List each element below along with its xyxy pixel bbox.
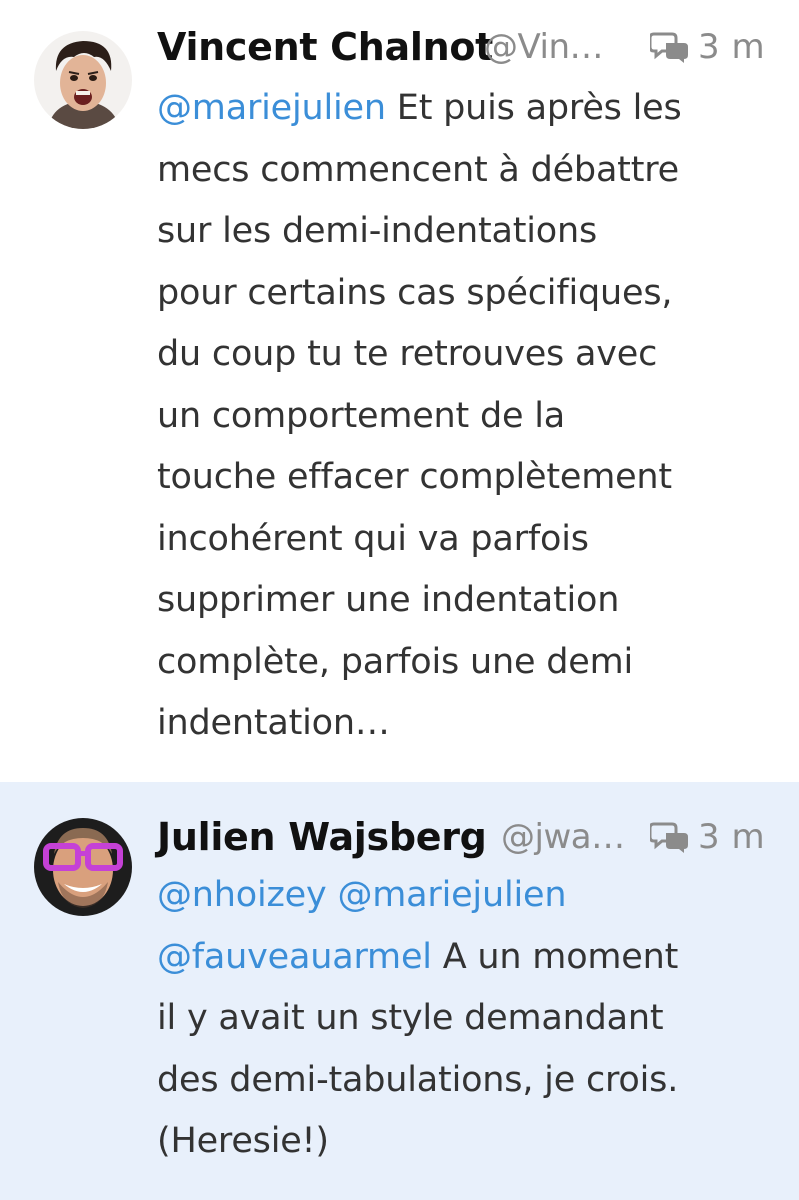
conversation-icon[interactable] — [648, 31, 690, 63]
mention-link[interactable]: @mariejulien — [157, 88, 386, 128]
text-fragment: Et puis après les — [385, 88, 682, 128]
text-line: @fauveauarmel A un moment — [157, 927, 787, 989]
text-line: indentation… — [157, 703, 390, 743]
tweet-header: Vincent Chalnot @Vin… 3 m — [157, 22, 767, 72]
text-line: pour certains cas spécifiques, — [157, 272, 673, 313]
tweet-item[interactable]: Vincent Chalnot @Vin… 3 m @mariejulien E… — [0, 0, 799, 782]
text-line: incohérent qui va parfois — [157, 518, 589, 559]
conversation-icon[interactable] — [648, 821, 690, 853]
tweet-text: @nhoizey @mariejulien @fauveauarmel A un… — [157, 865, 787, 1173]
text-line: un comportement de la — [157, 395, 566, 436]
user-handle[interactable]: @jwa… — [501, 812, 625, 862]
timestamp: 3 m — [698, 27, 766, 67]
display-name[interactable]: Vincent Chalnot — [157, 22, 493, 72]
mention-link[interactable]: @fauveauarmel — [157, 937, 432, 977]
text-line: touche effacer complètement — [157, 457, 672, 497]
text-line: mecs commencent à débattre — [157, 149, 679, 190]
avatar-photo-vincent — [34, 31, 132, 129]
text-line: il y avait un style demandant — [157, 998, 664, 1038]
text-fragment: A un moment — [431, 936, 679, 977]
text-line: du coup tu te retrouves avec — [157, 334, 658, 374]
text-line: complète, parfois une demi — [157, 641, 633, 682]
timestamp: 3 m — [698, 817, 766, 857]
tweet-timeline: Vincent Chalnot @Vin… 3 m @mariejulien E… — [0, 0, 799, 1200]
tweet-text: @mariejulien Et puis après les mecs comm… — [157, 78, 787, 755]
tweet-header: Julien Wajsberg @jwa… 3 m — [157, 812, 767, 862]
text-line: sur les demi-indentations — [157, 211, 598, 251]
display-name[interactable]: Julien Wajsberg — [157, 812, 487, 862]
avatar[interactable] — [34, 818, 132, 916]
text-line: des demi-tabulations, je crois. — [157, 1059, 679, 1100]
text-line: (Heresie!) — [157, 1121, 329, 1161]
mention-links[interactable]: @nhoizey @mariejulien — [157, 865, 787, 927]
text-line: supprimer une indentation — [157, 580, 620, 620]
avatar-photo-julien — [34, 818, 132, 916]
avatar[interactable] — [34, 31, 132, 129]
text-line: @mariejulien Et puis après les — [157, 78, 787, 140]
user-handle[interactable]: @Vin… — [484, 22, 604, 72]
tweet-item-highlighted[interactable]: Julien Wajsberg @jwa… 3 m @nhoizey @mari… — [0, 782, 799, 1200]
